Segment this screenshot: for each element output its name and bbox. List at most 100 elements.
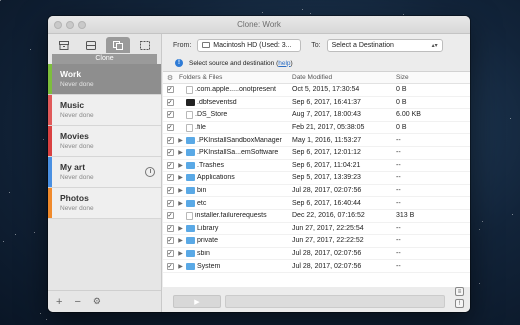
file-name: bin (197, 187, 207, 195)
task-item-music[interactable]: Music Never done (48, 95, 161, 126)
file-size: -- (396, 224, 401, 232)
info-icon: ! (175, 59, 183, 67)
file-date: May 1, 2016, 11:53:27 (292, 136, 362, 144)
include-checkbox[interactable]: ✓ (166, 86, 174, 94)
disclosure-triangle-icon[interactable]: ▶ (177, 237, 184, 244)
include-checkbox[interactable]: ✓ (166, 187, 174, 195)
file-date: Feb 21, 2017, 05:38:05 (292, 124, 365, 132)
table-row[interactable]: ✓ ▶ private Jun 27, 2017, 22:22:52 -- (163, 235, 470, 248)
file-icon (186, 98, 195, 106)
tab-restore[interactable] (132, 37, 157, 53)
file-date: Jul 28, 2017, 02:07:56 (292, 250, 362, 258)
disclosure-triangle-icon[interactable]: ▶ (177, 187, 184, 194)
disclosure-triangle-icon[interactable]: ▶ (177, 250, 184, 257)
remove-task-button[interactable]: − (74, 296, 80, 308)
source-destination-toolbar: From: Macintosh HD (Used: 3... To: Selec… (163, 34, 470, 56)
table-row[interactable]: ✓ ▶ Applications Sep 5, 2017, 13:39:23 -- (163, 172, 470, 185)
table-row[interactable]: ✓ .com.apple.....onotpresent Oct 5, 2015, … (163, 84, 470, 97)
background-star (29, 48, 31, 50)
start-clone-button[interactable]: ▶ (173, 295, 221, 308)
archive-icon (59, 40, 70, 50)
disclosure-triangle-icon[interactable]: ▶ (177, 263, 184, 270)
include-checkbox[interactable]: ✓ (166, 149, 174, 157)
file-date: Oct 5, 2015, 17:30:54 (292, 86, 360, 94)
disclosure-triangle-icon[interactable]: ▶ (177, 200, 184, 207)
file-size: -- (396, 250, 401, 258)
file-name: .DS_Store (195, 111, 228, 119)
include-checkbox[interactable]: ✓ (166, 224, 174, 232)
info-message: Select source and destination (help) (189, 60, 293, 67)
task-status: Never done (60, 143, 94, 150)
include-checkbox[interactable]: ✓ (166, 174, 174, 182)
task-status: Never done (60, 112, 94, 119)
task-color-bar (48, 188, 52, 218)
table-row[interactable]: ✓ ▶ .Trashes Sep 6, 2017, 11:04:21 -- (163, 160, 470, 173)
table-row[interactable]: ✓ ▶ .PKInstallSandboxManager May 1, 2016, 1… (163, 134, 470, 147)
tab-backup[interactable] (52, 37, 77, 53)
disclosure-triangle-icon[interactable]: ▶ (177, 174, 184, 181)
table-row[interactable]: ✓ .dbfseventsd Sep 6, 2017, 16:41:37 0 B (163, 97, 470, 110)
table-row[interactable]: ✓ ▶ etc Sep 6, 2017, 16:40:44 -- (163, 197, 470, 210)
file-size: -- (396, 237, 401, 245)
settings-gear-icon[interactable]: ⚙ (93, 296, 101, 307)
table-header: ⚙ Folders & Files Date Modified Size (163, 72, 470, 84)
include-checkbox[interactable]: ✓ (166, 136, 174, 144)
include-checkbox[interactable]: ✓ (166, 262, 174, 270)
include-checkbox[interactable]: ✓ (166, 250, 174, 258)
source-select-value: Macintosh HD (Used: 3... (213, 41, 292, 49)
file-name: .com.apple.....onotpresent (195, 86, 276, 94)
task-item-movies[interactable]: Movies Never done (48, 126, 161, 157)
disclosure-triangle-icon[interactable]: ▶ (177, 225, 184, 232)
chevron-updown-icon: ▴▾ (431, 42, 438, 49)
task-item-my-art[interactable]: My art Never done (48, 157, 161, 188)
close-window-button[interactable] (54, 21, 62, 29)
column-header-date[interactable]: Date Modified (286, 74, 390, 81)
include-checkbox[interactable]: ✓ (166, 237, 174, 245)
add-task-button[interactable]: + (56, 296, 62, 308)
file-size: -- (396, 187, 401, 195)
file-date: Sep 6, 2017, 16:41:37 (292, 98, 361, 106)
table-row[interactable]: ✓ ▶ bin Jul 28, 2017, 02:07:56 -- (163, 185, 470, 198)
destination-select[interactable]: Select a Destination ▴▾ (326, 38, 443, 52)
alert-icon[interactable]: ! (455, 299, 464, 308)
file-size: 0 B (396, 98, 407, 106)
table-row[interactable]: ✓ ▶ sbin Jul 28, 2017, 02:07:56 -- (163, 248, 470, 261)
folder-icon (186, 161, 195, 169)
disclosure-triangle-icon[interactable]: ▶ (177, 137, 184, 144)
include-checkbox[interactable]: ✓ (166, 199, 174, 207)
tab-sync[interactable] (79, 37, 104, 53)
task-item-photos[interactable]: Photos Never done (48, 188, 161, 219)
file-date: Sep 6, 2017, 16:40:44 (292, 199, 361, 207)
disclosure-triangle-icon[interactable]: ▶ (177, 162, 184, 169)
include-checkbox[interactable]: ✓ (166, 161, 174, 169)
file-name: sbin (197, 250, 210, 258)
source-select[interactable]: Macintosh HD (Used: 3... (197, 38, 302, 52)
table-row[interactable]: ✓ ▶ Library Jun 27, 2017, 22:25:54 -- (163, 223, 470, 236)
include-checkbox[interactable]: ✓ (166, 111, 174, 119)
column-header-name[interactable]: Folders & Files (177, 74, 286, 81)
file-size: 313 B (396, 212, 415, 220)
table-row[interactable]: ✓ installer.failurerequests Dec 22, 2016, … (163, 210, 470, 223)
column-header-size[interactable]: Size (390, 74, 470, 81)
include-checkbox[interactable]: ✓ (166, 212, 174, 220)
side-tools: ≡ ! (455, 287, 464, 308)
disclosure-triangle-icon[interactable]: ▶ (177, 149, 184, 156)
help-link[interactable]: help (278, 60, 290, 67)
from-label: From: (173, 41, 192, 49)
table-row[interactable]: ✓ ▶ System Jul 28, 2017, 02:07:56 -- (163, 260, 470, 273)
table-row[interactable]: ✓ .DS_Store Aug 7, 2017, 18:00:43 6.00 KB (163, 109, 470, 122)
table-row[interactable]: ✓ ▶ .PKInstallSa...emSoftware Sep 6, 2017, … (163, 147, 470, 160)
tab-clone[interactable] (105, 37, 131, 53)
active-tab-label: Clone (52, 54, 157, 64)
include-checkbox[interactable]: ✓ (166, 124, 174, 132)
file-icon (186, 110, 193, 119)
background-star (403, 13, 404, 15)
task-item-work[interactable]: Work Never done (48, 64, 161, 95)
background-star (40, 312, 42, 314)
table-row[interactable]: ✓ .file Feb 21, 2017, 05:38:05 0 B (163, 122, 470, 135)
log-document-icon[interactable]: ≡ (455, 287, 464, 296)
zoom-window-button[interactable] (78, 21, 86, 29)
include-checkbox[interactable]: ✓ (166, 98, 174, 106)
column-options-gear-icon[interactable]: ⚙ (167, 74, 173, 82)
minimize-window-button[interactable] (66, 21, 74, 29)
